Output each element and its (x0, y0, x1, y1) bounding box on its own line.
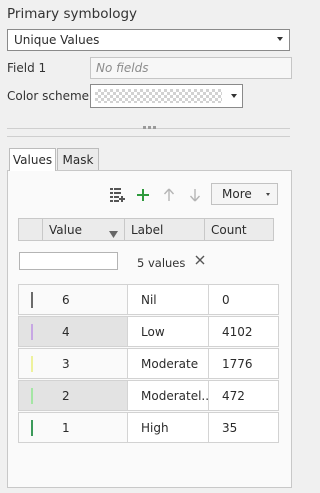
chevron-down-icon (277, 37, 283, 41)
value-cell: 1 (62, 420, 70, 435)
field1-value: No fields (96, 61, 149, 75)
label-column-header[interactable]: Label (125, 219, 205, 240)
more-button-label: More (222, 187, 252, 201)
value-cell: 2 (62, 388, 70, 403)
more-button[interactable]: More (211, 183, 278, 205)
label-cell[interactable]: Nil (127, 285, 209, 314)
add-value-icon[interactable] (135, 187, 151, 203)
count-cell: 472 (209, 381, 278, 410)
field1-select[interactable]: No fields (90, 57, 292, 79)
symbol-swatch (30, 355, 33, 372)
symbol-swatch (30, 323, 33, 340)
label-cell[interactable]: Low (127, 317, 209, 346)
label-cell[interactable]: Moderatel... (127, 381, 209, 410)
symbol-cell[interactable] (19, 317, 44, 346)
value-cell: 4 (62, 324, 70, 339)
symbol-cell[interactable] (19, 349, 44, 378)
label-cell[interactable]: High (127, 413, 209, 442)
clear-filter-icon[interactable] (193, 253, 207, 267)
label-cell[interactable]: Moderate (127, 349, 209, 378)
label-column-label: Label (131, 222, 164, 237)
symbol-swatch (30, 291, 33, 308)
move-up-icon[interactable] (161, 187, 177, 203)
symbol-swatch (30, 387, 33, 404)
color-scheme-label: Color scheme (7, 89, 90, 103)
table-row[interactable]: 4 Low 4102 (18, 316, 279, 347)
add-all-values-icon[interactable] (109, 187, 125, 203)
tab-mask[interactable]: Mask (57, 148, 99, 170)
count-cell: 4102 (209, 317, 278, 346)
color-scheme-dropdown[interactable] (90, 84, 243, 108)
value-filter-input[interactable] (19, 252, 118, 270)
symbol-column-header[interactable] (19, 219, 43, 240)
symbol-swatch (30, 419, 33, 436)
value-cell: 6 (62, 292, 70, 307)
table-row[interactable]: 3 Moderate 1776 (18, 348, 279, 379)
filter-funnel-icon[interactable] (109, 227, 118, 241)
value-cell: 3 (62, 356, 70, 371)
chevron-down-icon (231, 94, 237, 98)
count-cell: 1776 (209, 349, 278, 378)
field1-label: Field 1 (7, 61, 47, 75)
primary-symbology-dropdown[interactable]: Unique Values (7, 29, 290, 51)
primary-symbology-value: Unique Values (14, 33, 100, 47)
splitter-grip-icon[interactable] (140, 126, 158, 132)
symbol-cell[interactable] (19, 381, 44, 410)
table-row[interactable]: 1 High 35 (18, 412, 279, 443)
value-column-label: Value (49, 222, 82, 237)
symbol-cell[interactable] (19, 285, 44, 314)
table-row[interactable]: 6 Nil 0 (18, 284, 279, 315)
count-cell: 0 (209, 285, 278, 314)
splitter-line-lower (7, 136, 290, 137)
grid-header: Value Label Count (18, 218, 274, 241)
chevron-down-icon (266, 193, 270, 196)
count-column-header[interactable]: Count (205, 219, 273, 240)
values-count: 5 values (137, 256, 186, 270)
move-down-icon[interactable] (187, 187, 203, 203)
table-row[interactable]: 2 Moderatel... 472 (18, 380, 279, 411)
color-scheme-preview (95, 89, 222, 103)
tab-values[interactable]: Values (9, 148, 56, 171)
count-cell: 35 (209, 413, 278, 442)
count-column-label: Count (211, 222, 247, 237)
symbol-cell[interactable] (19, 413, 44, 442)
value-column-header[interactable]: Value (43, 219, 125, 240)
section-title: Primary symbology (7, 6, 138, 22)
